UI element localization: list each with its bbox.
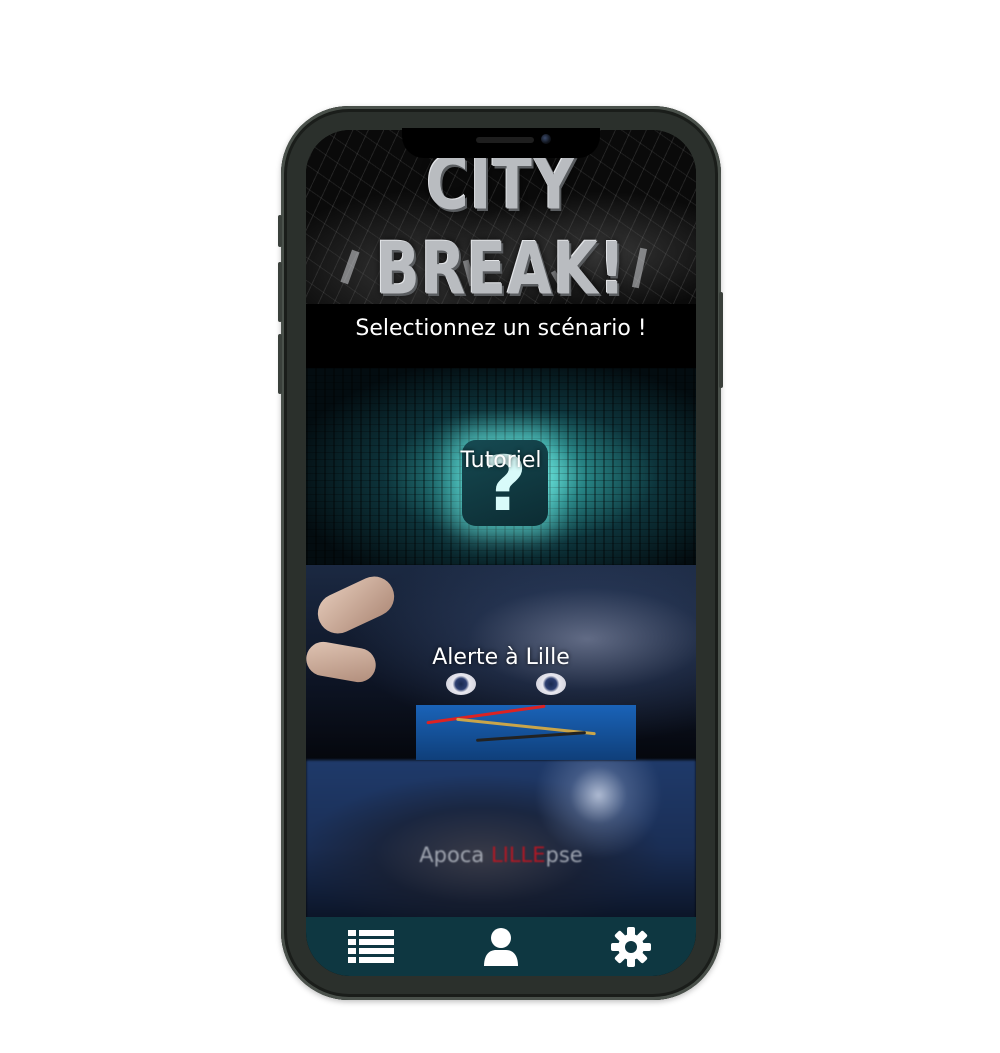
volume-up-button — [278, 262, 282, 322]
label-part: pse — [545, 843, 583, 867]
power-button — [719, 292, 723, 388]
mute-switch — [278, 215, 282, 247]
label-part: Apoca — [419, 843, 491, 867]
circuit-board-image — [416, 705, 636, 760]
bottom-tab-bar — [306, 917, 696, 976]
user-icon — [484, 927, 518, 966]
tab-settings[interactable] — [566, 917, 696, 976]
tab-scenarios[interactable] — [306, 917, 436, 976]
hand-image — [311, 569, 401, 641]
scenario-label: Tutoriel — [460, 448, 542, 473]
speaker — [476, 137, 534, 143]
scenario-card-alerte-a-lille[interactable]: Alerte à Lille — [306, 565, 696, 760]
scenario-label-apocalillepse[interactable]: Apoca LILLEpse — [306, 843, 696, 867]
list-icon — [348, 929, 394, 963]
app-screen: CITY BREAK! Selectionnez un scénario ! ?… — [306, 130, 696, 976]
tab-profile[interactable] — [436, 917, 566, 976]
eye-image — [536, 673, 566, 695]
scenario-label: Alerte à Lille — [432, 645, 570, 670]
scenario-card-tutoriel[interactable]: ? Tutoriel — [306, 368, 696, 565]
scenario-card-apocalillepse[interactable] — [306, 760, 696, 920]
gear-icon — [611, 926, 651, 967]
notch — [402, 128, 600, 158]
volume-down-button — [278, 334, 282, 394]
eye-image — [446, 673, 476, 695]
front-camera — [541, 134, 551, 144]
label-part-highlight: LILLE — [490, 843, 546, 867]
page-title: Selectionnez un scénario ! — [355, 316, 647, 341]
app-logo-title: CITY BREAK! — [375, 141, 627, 311]
